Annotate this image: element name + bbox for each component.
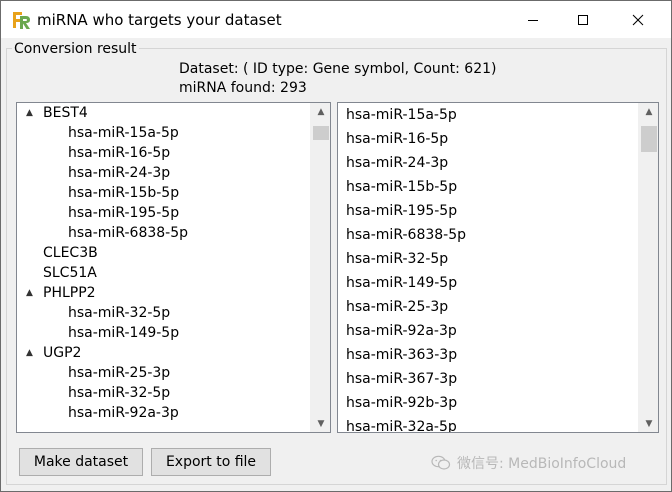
wechat-icon xyxy=(431,455,451,470)
export-to-file-button[interactable]: Export to file xyxy=(151,448,271,476)
expand-triangle-icon[interactable]: ▲ xyxy=(26,343,38,363)
tree-child-mirna[interactable]: hsa-miR-16-5p xyxy=(17,143,310,163)
tree-row-label: hsa-miR-32-5p xyxy=(68,305,171,321)
scroll-thumb[interactable] xyxy=(641,126,657,152)
list-content: hsa-miR-15a-5p hsa-miR-16-5p hsa-miR-24-3p… xyxy=(338,103,638,432)
list-item[interactable]: hsa-miR-92b-3p xyxy=(338,391,638,415)
tree-row-label: hsa-miR-92a-3p xyxy=(68,405,179,421)
tree-content: ▲ BEST4 hsa-miR-15a-5p hsa-miR-16-5p hsa-miR… xyxy=(17,103,310,432)
scroll-up-arrow-icon[interactable]: ▲ xyxy=(311,103,330,120)
maximize-button[interactable] xyxy=(560,1,606,38)
mirna-found-count: miRNA found: 293 xyxy=(179,80,307,96)
tree-row-label: hsa-miR-32-5p xyxy=(68,385,171,401)
tree-child-mirna[interactable]: hsa-miR-92a-3p xyxy=(17,403,310,423)
tree-row-label: hsa-miR-15b-5p xyxy=(68,185,180,201)
title-bar[interactable]: miRNA who targets your dataset xyxy=(1,1,671,38)
gene-mirna-tree[interactable]: ▲ BEST4 hsa-miR-15a-5p hsa-miR-16-5p hsa-miR… xyxy=(16,102,331,433)
make-dataset-button[interactable]: Make dataset xyxy=(19,448,143,476)
list-item[interactable]: hsa-miR-15a-5p xyxy=(338,103,638,127)
tree-row-label: hsa-miR-6838-5p xyxy=(68,225,189,241)
dataset-info: Dataset: ( ID type: Gene symbol, Count: … xyxy=(179,61,497,77)
tree-row-label: hsa-miR-25-3p xyxy=(68,365,171,381)
list-item[interactable]: hsa-miR-24-3p xyxy=(338,151,638,175)
watermark-text: 微信号: MedBioInfoCloud xyxy=(457,456,627,472)
tree-node-gene[interactable]: ▲ UGP2 xyxy=(17,343,310,363)
window-title: miRNA who targets your dataset xyxy=(37,11,282,29)
scroll-thumb[interactable] xyxy=(313,126,329,140)
tree-row-label: SLC51A xyxy=(43,265,97,281)
scroll-down-arrow-icon[interactable]: ▼ xyxy=(639,415,658,432)
tree-row-label: PHLPP2 xyxy=(43,285,96,301)
tree-child-mirna[interactable]: hsa-miR-24-3p xyxy=(17,163,310,183)
list-item[interactable]: hsa-miR-15b-5p xyxy=(338,175,638,199)
group-title: Conversion result xyxy=(12,41,139,57)
watermark: 微信号: MedBioInfoCloud xyxy=(431,453,626,473)
tree-child-mirna[interactable]: hsa-miR-32-5p xyxy=(17,383,310,403)
list-item[interactable]: hsa-miR-6838-5p xyxy=(338,223,638,247)
list-scrollbar[interactable]: ▲ ▼ xyxy=(638,103,658,432)
fr-logo-icon xyxy=(11,10,31,30)
tree-child-mirna[interactable]: hsa-miR-32-5p xyxy=(17,303,310,323)
close-icon xyxy=(632,14,644,25)
tree-child-mirna[interactable]: hsa-miR-6838-5p xyxy=(17,223,310,243)
maximize-icon xyxy=(578,14,588,25)
tree-row-label: CLEC3B xyxy=(43,245,98,261)
minimize-button[interactable] xyxy=(510,1,556,38)
list-item[interactable]: hsa-miR-92a-3p xyxy=(338,319,638,343)
tree-node-gene[interactable]: ▲ PHLPP2 xyxy=(17,283,310,303)
tree-row-label: UGP2 xyxy=(43,345,82,361)
list-item[interactable]: hsa-miR-149-5p xyxy=(338,271,638,295)
close-button[interactable] xyxy=(615,1,661,38)
tree-node-gene[interactable]: CLEC3B xyxy=(17,243,310,263)
tree-row-label: hsa-miR-24-3p xyxy=(68,165,171,181)
scroll-down-arrow-icon[interactable]: ▼ xyxy=(311,415,330,432)
tree-row-label: hsa-miR-15a-5p xyxy=(68,125,179,141)
list-item[interactable]: hsa-miR-363-3p xyxy=(338,343,638,367)
tree-row-label: hsa-miR-149-5p xyxy=(68,325,180,341)
tree-row-label: hsa-miR-195-5p xyxy=(68,205,180,221)
app-window: miRNA who targets your dataset Conversio… xyxy=(0,0,672,492)
expand-triangle-icon[interactable]: ▲ xyxy=(26,283,38,303)
tree-child-mirna[interactable]: hsa-miR-15a-5p xyxy=(17,123,310,143)
expand-triangle-icon[interactable]: ▲ xyxy=(26,103,38,123)
list-item[interactable]: hsa-miR-32a-5p xyxy=(338,415,638,432)
minimize-icon xyxy=(528,19,538,21)
tree-child-mirna[interactable]: hsa-miR-25-3p xyxy=(17,363,310,383)
mirna-list[interactable]: hsa-miR-15a-5p hsa-miR-16-5p hsa-miR-24-3p… xyxy=(337,102,659,433)
tree-scrollbar[interactable]: ▲ ▼ xyxy=(310,103,330,432)
list-item[interactable]: hsa-miR-367-3p xyxy=(338,367,638,391)
tree-child-mirna[interactable]: hsa-miR-15b-5p xyxy=(17,183,310,203)
tree-row-label: hsa-miR-16-5p xyxy=(68,145,171,161)
scroll-up-arrow-icon[interactable]: ▲ xyxy=(639,103,658,120)
list-item[interactable]: hsa-miR-25-3p xyxy=(338,295,638,319)
tree-node-gene[interactable]: SLC51A xyxy=(17,263,310,283)
list-item[interactable]: hsa-miR-32-5p xyxy=(338,247,638,271)
tree-node-gene[interactable]: ▲ BEST4 xyxy=(17,103,310,123)
list-item[interactable]: hsa-miR-16-5p xyxy=(338,127,638,151)
tree-child-mirna[interactable]: hsa-miR-149-5p xyxy=(17,323,310,343)
tree-child-mirna[interactable]: hsa-miR-195-5p xyxy=(17,203,310,223)
list-item[interactable]: hsa-miR-195-5p xyxy=(338,199,638,223)
tree-row-label: BEST4 xyxy=(43,105,88,121)
